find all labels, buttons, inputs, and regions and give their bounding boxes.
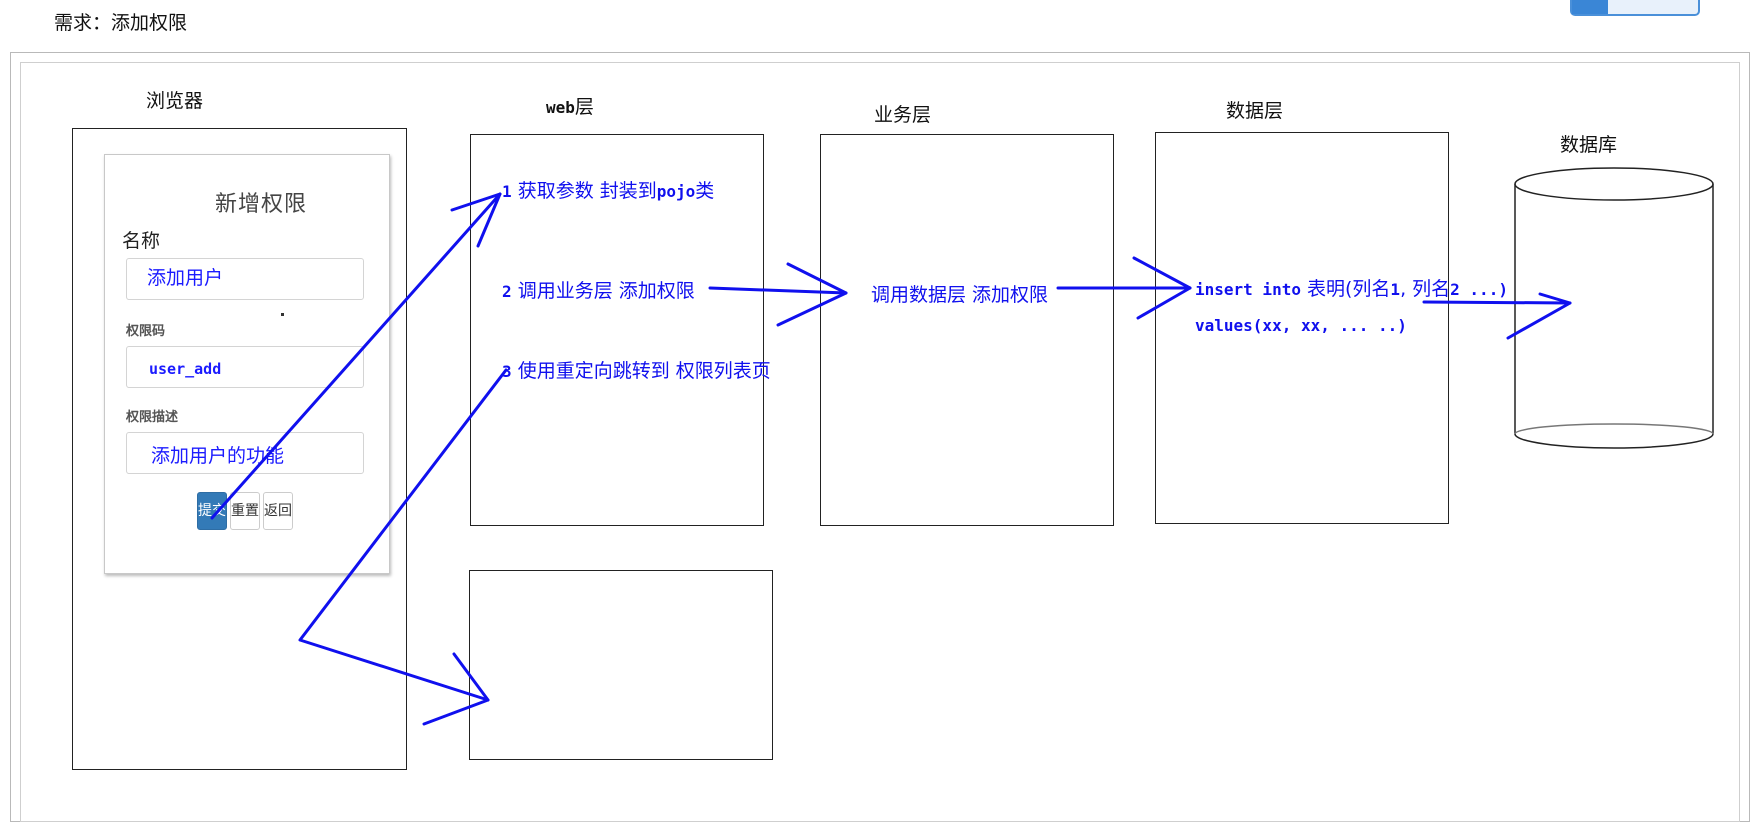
database-cylinder — [1514, 167, 1714, 449]
cylinder-top — [1514, 167, 1714, 201]
cylinder-bottom-back — [1514, 423, 1714, 435]
arrow-web-to-service — [708, 286, 848, 295]
diagram-overlay — [210, 167, 1714, 726]
hand-drawn-arrows — [210, 192, 1572, 726]
arrow-data-to-db-head — [1506, 292, 1572, 340]
arrow-web-to-service-head — [776, 262, 848, 327]
arrow-redirect — [298, 368, 508, 702]
arrow-data-to-db — [1422, 300, 1572, 305]
arrow-submit-to-web — [210, 192, 502, 520]
cylinder-bottom — [1514, 433, 1714, 449]
